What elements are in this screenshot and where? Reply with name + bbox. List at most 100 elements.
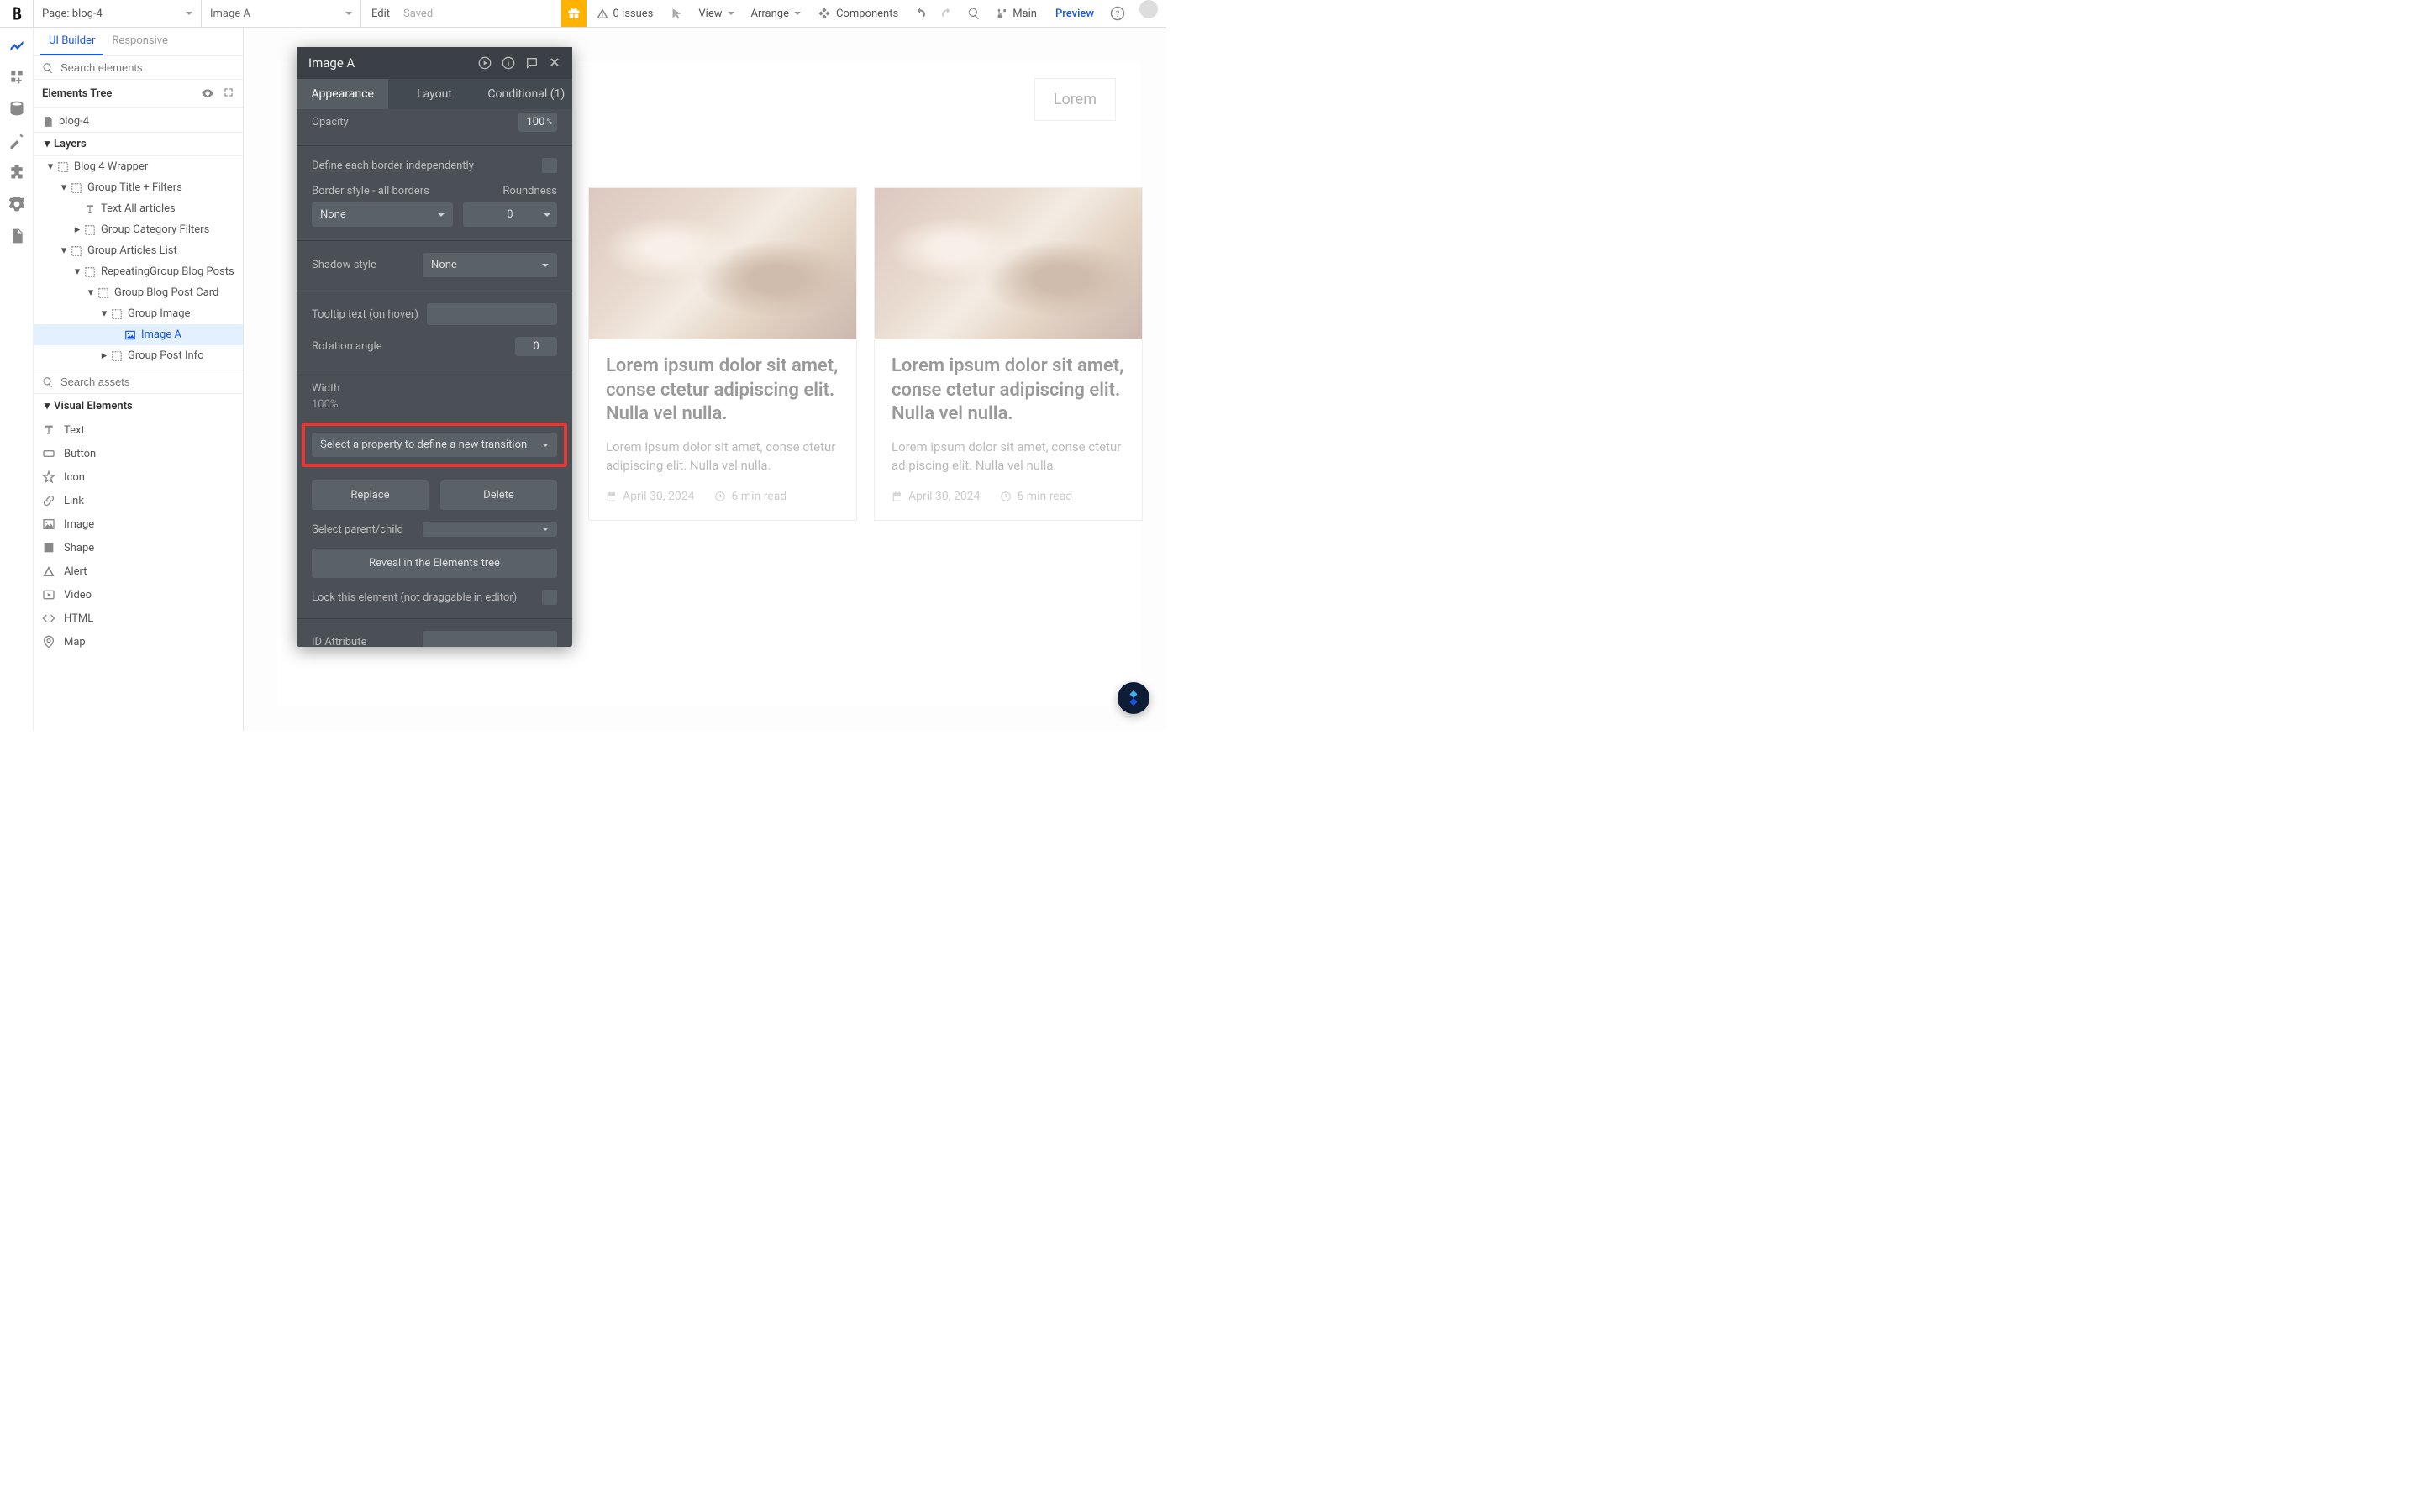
view-menu[interactable]: View [690, 0, 742, 27]
ve-video[interactable]: Video [34, 583, 243, 606]
tree-page-root[interactable]: blog-4 [34, 111, 243, 132]
tab-responsive[interactable]: Responsive [103, 28, 176, 55]
visual-elements-header[interactable]: ▾ Visual Elements [34, 394, 243, 418]
property-panel[interactable]: Image A Appearance Layout Conditional (1… [297, 47, 572, 647]
tab-appearance[interactable]: Appearance [297, 79, 388, 109]
tooltip-input[interactable] [427, 303, 557, 325]
panel-header[interactable]: Image A [297, 47, 572, 79]
ve-image[interactable]: Image [34, 512, 243, 536]
rotation-input[interactable]: 0 [515, 337, 557, 356]
panel-body[interactable]: Opacity 100 % Define each border indepen… [297, 109, 572, 647]
undo-button[interactable] [907, 0, 934, 27]
elements-tree: blog-4 ▾ Layers ▾Blog 4 Wrapper▾Group Ti… [34, 108, 243, 370]
page-dropdown[interactable]: Page: blog-4 [34, 0, 202, 27]
warning-icon [597, 8, 608, 19]
cursor-tool[interactable] [663, 0, 690, 27]
ve-icon[interactable]: Icon [34, 465, 243, 489]
tree-row[interactable]: ▾Group Title + Filters [34, 177, 243, 198]
reveal-button[interactable]: Reveal in the Elements tree [312, 549, 557, 578]
tree-row[interactable]: ▾Group Blog Post Card [34, 282, 243, 303]
workflow-tab-icon[interactable] [8, 68, 25, 85]
search-button[interactable] [960, 0, 987, 27]
roundness-input[interactable]: 0 [463, 202, 557, 227]
issues-label: 0 issues [613, 8, 654, 20]
ve-shape[interactable]: Shape [34, 536, 243, 559]
ve-button[interactable]: Button [34, 442, 243, 465]
branch-button[interactable]: Main [987, 0, 1045, 27]
tree-row[interactable]: ▾Group Articles List [34, 240, 243, 261]
chevron-down-icon: ▾ [42, 139, 52, 150]
element-dropdown[interactable]: Image A [202, 0, 361, 27]
play-icon[interactable] [478, 56, 492, 70]
tab-layout[interactable]: Layout [388, 79, 480, 109]
opacity-input[interactable]: 100 % [518, 113, 557, 132]
tree-row[interactable]: ▸Group Post Info [34, 345, 243, 366]
tree-row[interactable]: ▾Blog 4 Wrapper [34, 156, 243, 177]
chevron-down-icon [345, 12, 352, 15]
tree-row[interactable]: Text All articles [34, 198, 243, 219]
id-attr-input[interactable] [423, 631, 557, 647]
lorem-button[interactable]: Lorem [1034, 78, 1116, 121]
select-parent-dropdown[interactable] [423, 522, 557, 537]
tab-conditional[interactable]: Conditional (1) [481, 79, 572, 109]
logs-tab-icon[interactable] [8, 228, 25, 244]
preview-button[interactable]: Preview [1045, 0, 1104, 27]
delete-button[interactable]: Delete [440, 480, 557, 510]
ve-alert[interactable]: Alert [34, 559, 243, 583]
settings-tab-icon[interactable] [8, 196, 25, 213]
ve-text[interactable]: Text [34, 418, 243, 442]
chevron-down-icon [728, 12, 734, 15]
lock-checkbox[interactable] [542, 590, 557, 605]
shadow-select[interactable]: None [423, 253, 557, 277]
search-elements-row [34, 56, 243, 80]
comment-icon[interactable] [525, 56, 539, 70]
blog-card[interactable]: Lorem ipsum dolor sit amet, conse ctetur… [588, 187, 857, 521]
help-bubble[interactable] [1118, 682, 1150, 714]
plugins-tab-icon[interactable] [8, 164, 25, 181]
replace-button[interactable]: Replace [312, 480, 429, 510]
ve-html[interactable]: HTML [34, 606, 243, 630]
expand-icon[interactable] [223, 87, 234, 98]
tab-ui-builder[interactable]: UI Builder [40, 28, 103, 55]
card-title: Lorem ipsum dolor sit amet, conse ctetur… [606, 354, 839, 427]
search-assets-input[interactable] [60, 375, 234, 388]
tree-row[interactable]: ▾RepeatingGroup Blog Posts [34, 261, 243, 282]
blog-card[interactable]: Lorem ipsum dolor sit amet, conse ctetur… [874, 187, 1143, 521]
tree-row[interactable]: Image A [34, 324, 243, 345]
styles-tab-icon[interactable] [8, 132, 25, 149]
border-indep-checkbox[interactable] [542, 158, 557, 173]
issues-indicator[interactable]: 0 issues [587, 0, 664, 27]
redo-button[interactable] [934, 0, 960, 27]
tree-caret: ▾ [86, 288, 96, 298]
close-icon[interactable] [549, 56, 560, 68]
data-tab-icon[interactable] [8, 100, 25, 117]
transition-select[interactable]: Select a property to define a new transi… [312, 433, 557, 457]
tree-row[interactable]: ▾Group Image [34, 303, 243, 324]
components-button[interactable]: Components [809, 0, 907, 27]
clock-icon [714, 491, 726, 502]
search-elements-input[interactable] [60, 61, 234, 74]
avatar[interactable] [1139, 0, 1158, 18]
layers-section[interactable]: ▾ Layers [34, 132, 243, 156]
html-icon [42, 612, 55, 625]
elements-tree-label: Elements Tree [42, 87, 112, 100]
ve-map[interactable]: Map [34, 630, 243, 654]
visual-elements-label: Visual Elements [54, 400, 133, 412]
arrange-menu[interactable]: Arrange [743, 0, 809, 27]
ve-link[interactable]: Link [34, 489, 243, 512]
design-tab-icon[interactable] [8, 36, 25, 53]
tree-row[interactable]: ▸Group Category Filters [34, 219, 243, 240]
eye-icon[interactable] [201, 87, 214, 100]
border-style-select[interactable]: None [312, 202, 453, 227]
help-button[interactable]: ? [1104, 0, 1131, 27]
group-icon [84, 266, 96, 278]
edit-label[interactable]: Edit [371, 8, 390, 20]
group-icon [71, 245, 82, 257]
info-icon[interactable] [502, 56, 515, 70]
chevron-down-icon [542, 528, 549, 531]
logo-cell[interactable] [0, 0, 34, 27]
gift-button[interactable] [561, 0, 587, 27]
bubble-logo-icon [9, 6, 24, 21]
search-icon [42, 376, 54, 388]
gift-icon [567, 7, 581, 20]
